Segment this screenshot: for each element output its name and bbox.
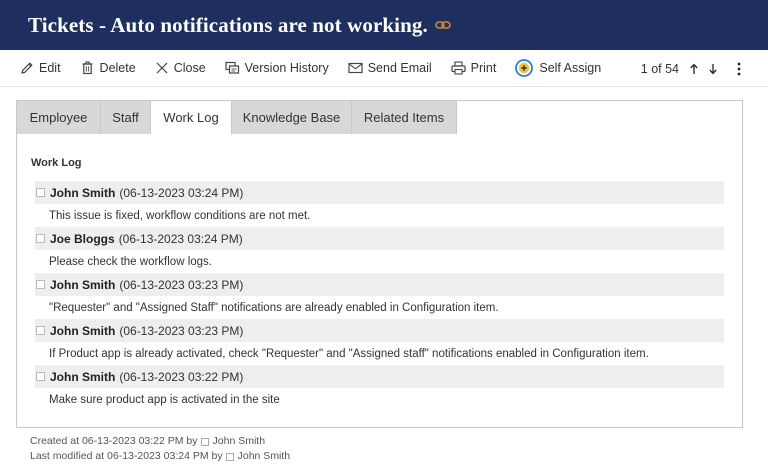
entry-checkbox[interactable] — [36, 280, 45, 289]
entry-text: If Product app is already activated, che… — [49, 347, 649, 360]
pager-controls: 1 of 54 — [641, 50, 744, 87]
page-title: Tickets - Auto notifications are not wor… — [28, 12, 428, 37]
pager-text: 1 of 54 — [640, 61, 679, 76]
tab-label: Work Log — [163, 110, 219, 125]
send-email-label: Send Email — [367, 61, 432, 75]
entry-header: John Smith (06-13-2023 03:23 PM) — [35, 273, 724, 296]
version-history-button[interactable]: Version History — [225, 61, 329, 76]
edit-label: Edit — [39, 61, 61, 75]
list-item: John Smith (06-13-2023 03:23 PM) "Reques… — [35, 273, 724, 319]
tab-label: Related Items — [363, 110, 445, 125]
tab-employee[interactable]: Employee — [17, 101, 101, 134]
created-text: Created at 06-13-2023 03:22 PM by — [30, 435, 198, 447]
entry-timestamp: (06-13-2023 03:23 PM) — [119, 323, 244, 338]
entry-timestamp: (06-13-2023 03:22 PM) — [119, 369, 244, 384]
trash-icon — [80, 61, 95, 76]
tab-related-items[interactable]: Related Items — [352, 101, 457, 134]
edit-button[interactable]: Edit — [19, 61, 61, 76]
work-log-list: John Smith (06-13-2023 03:24 PM) This is… — [35, 181, 724, 411]
more-vertical-icon[interactable] — [734, 61, 744, 77]
entry-header: John Smith (06-13-2023 03:22 PM) — [35, 365, 724, 388]
self-assign-button[interactable]: Self Assign — [515, 59, 601, 77]
created-by[interactable]: John Smith — [213, 434, 266, 449]
entry-text: Please check the workflow logs. — [49, 255, 212, 268]
title-bar: Tickets - Auto notifications are not wor… — [0, 0, 768, 50]
tab-bar: Employee Staff Work Log Knowledge Base R… — [17, 101, 742, 135]
modified-by[interactable]: John Smith — [238, 449, 291, 464]
delete-button[interactable]: Delete — [80, 61, 136, 76]
list-item: Joe Bloggs (06-13-2023 03:24 PM) Please … — [35, 227, 724, 273]
list-item: John Smith (06-13-2023 03:23 PM) If Prod… — [35, 319, 724, 365]
entry-checkbox[interactable] — [36, 188, 45, 197]
envelope-icon — [348, 61, 363, 76]
close-icon — [155, 61, 170, 76]
version-history-icon — [225, 61, 240, 76]
user-checkbox-icon — [200, 437, 209, 446]
entry-author[interactable]: John Smith — [50, 370, 115, 384]
tab-label: Knowledge Base — [242, 110, 341, 125]
section-title: Work Log — [31, 157, 82, 169]
list-item: John Smith (06-13-2023 03:24 PM) This is… — [35, 181, 724, 227]
toolbar: Edit Delete Close Version History Send E… — [0, 50, 768, 87]
tab-knowledge-base[interactable]: Knowledge Base — [232, 101, 352, 134]
delete-label: Delete — [99, 61, 136, 75]
list-item: John Smith (06-13-2023 03:22 PM) Make su… — [35, 365, 724, 411]
tab-work-log[interactable]: Work Log — [151, 101, 232, 135]
created-info: Created at 06-13-2023 03:22 PM by John S… — [30, 434, 290, 449]
close-label: Close — [173, 61, 206, 75]
tab-bar-filler — [457, 101, 742, 134]
entry-author[interactable]: Joe Bloggs — [50, 232, 115, 246]
arrow-up-icon[interactable] — [687, 62, 701, 76]
entry-text: Make sure product app is activated in th… — [49, 393, 280, 406]
record-metadata: Created at 06-13-2023 03:22 PM by John S… — [30, 434, 290, 464]
entry-text: "Requester" and "Assigned Staff" notific… — [49, 301, 499, 314]
entry-author[interactable]: John Smith — [50, 278, 115, 292]
entry-header: John Smith (06-13-2023 03:24 PM) — [35, 181, 724, 204]
self-assign-icon — [515, 59, 534, 77]
modified-info: Last modified at 06-13-2023 03:24 PM by … — [30, 449, 290, 464]
send-email-button[interactable]: Send Email — [348, 61, 432, 76]
entry-author[interactable]: John Smith — [50, 324, 115, 338]
entry-author[interactable]: John Smith — [50, 186, 115, 200]
link-icon[interactable] — [435, 18, 453, 32]
pencil-icon — [19, 61, 34, 76]
close-button[interactable]: Close — [155, 61, 206, 76]
tab-label: Employee — [29, 110, 88, 125]
version-history-label: Version History — [244, 61, 329, 75]
tab-label: Staff — [112, 110, 139, 125]
printer-icon — [451, 61, 466, 76]
arrow-down-icon[interactable] — [706, 62, 720, 76]
entry-timestamp: (06-13-2023 03:24 PM) — [119, 185, 244, 200]
entry-timestamp: (06-13-2023 03:24 PM) — [118, 231, 243, 246]
self-assign-label: Self Assign — [539, 61, 602, 75]
modified-text: Last modified at 06-13-2023 03:24 PM by — [30, 450, 223, 462]
entry-checkbox[interactable] — [36, 372, 45, 381]
detail-panel: Employee Staff Work Log Knowledge Base R… — [16, 100, 743, 428]
print-label: Print — [470, 61, 497, 75]
tab-staff[interactable]: Staff — [101, 101, 151, 134]
print-button[interactable]: Print — [451, 61, 497, 76]
entry-checkbox[interactable] — [36, 234, 45, 243]
entry-timestamp: (06-13-2023 03:23 PM) — [119, 277, 244, 292]
entry-checkbox[interactable] — [36, 326, 45, 335]
user-checkbox-icon — [225, 452, 234, 461]
entry-text: This issue is fixed, workflow conditions… — [49, 209, 311, 222]
entry-header: Joe Bloggs (06-13-2023 03:24 PM) — [35, 227, 724, 250]
entry-header: John Smith (06-13-2023 03:23 PM) — [35, 319, 724, 342]
